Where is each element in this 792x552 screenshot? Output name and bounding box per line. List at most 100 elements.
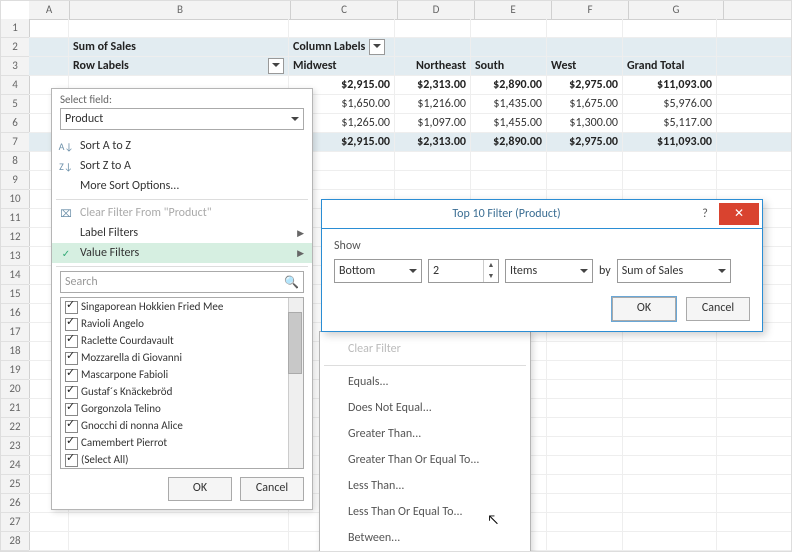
dialog-ok-button[interactable]: OK (612, 297, 676, 321)
column-headers: A B C D E F G (29, 1, 791, 20)
row-23[interactable]: 23 (1, 437, 29, 456)
filter-item[interactable]: Singaporean Hokkien Fried Mee (61, 298, 303, 315)
menu-ok-button[interactable]: OK (168, 477, 232, 501)
col-B[interactable]: B (70, 1, 291, 19)
col-E[interactable]: E (475, 1, 552, 19)
field-select[interactable]: Sum of Sales (617, 259, 731, 283)
dialog-titlebar[interactable]: Top 10 Filter (Product) ? ✕ (322, 200, 762, 229)
column-labels-dropdown-icon[interactable] (369, 39, 385, 55)
filter-item[interactable]: Gnocchi di nonna Alice (61, 417, 303, 434)
value-filters-item[interactable]: ✓Value Filters▶ (52, 243, 312, 263)
search-input[interactable]: Search 🔍 (60, 271, 304, 293)
spinner-arrows[interactable]: ▲▼ (483, 260, 498, 282)
sort-za-icon: Z↓ (58, 160, 74, 173)
unit-select[interactable]: Items (505, 259, 593, 283)
filter-item[interactable]: Mascarpone Fabioli (61, 366, 303, 383)
col-D[interactable]: D (398, 1, 475, 19)
close-button[interactable]: ✕ (719, 203, 759, 225)
filter-item[interactable]: Ravioli Angelo (61, 315, 303, 332)
row-25[interactable]: 25 (1, 475, 29, 494)
row-5[interactable]: 5 (1, 95, 29, 114)
row-21[interactable]: 21 (1, 399, 29, 418)
top10-dialog: Top 10 Filter (Product) ? ✕ Show Bottom … (321, 199, 763, 332)
scrollbar-thumb[interactable] (288, 312, 302, 374)
dialog-title: Top 10 Filter (Product) (322, 207, 691, 221)
col-hdr-south: South (471, 57, 547, 75)
separator (56, 266, 308, 267)
sort-az-item[interactable]: A↓Sort A to Z (52, 136, 312, 156)
row-labels-header: Row Labels (69, 57, 289, 75)
clear-filter-item[interactable]: ⌧Clear Filter From "Product" (52, 203, 312, 223)
row-17[interactable]: 17 (1, 323, 29, 342)
less-equal-item[interactable]: Less Than Or Equal To... (320, 499, 530, 525)
col-hdr-total: Grand Total (623, 57, 717, 75)
spin-down-icon[interactable]: ▼ (484, 271, 498, 282)
row-labels-dropdown-icon[interactable] (268, 58, 284, 74)
row-8[interactable]: 8 (1, 152, 29, 171)
row-9[interactable]: 9 (1, 171, 29, 190)
row-27[interactable]: 27 (1, 513, 29, 532)
row-28[interactable]: 28 (1, 532, 29, 551)
chevron-down-icon (291, 117, 299, 125)
row-18[interactable]: 18 (1, 342, 29, 361)
chevron-down-icon (580, 269, 588, 277)
col-G[interactable]: G (629, 1, 724, 19)
not-equals-item[interactable]: Does Not Equal... (320, 395, 530, 421)
scrollbar[interactable] (288, 298, 303, 468)
row-11[interactable]: 11 (1, 209, 29, 228)
row-headers: 1234567891011121314151617181920212223242… (1, 19, 30, 551)
row-14[interactable]: 14 (1, 266, 29, 285)
greater-than-item[interactable]: Greater Than... (320, 421, 530, 447)
show-label: Show (334, 239, 750, 253)
count-value[interactable]: 2 (429, 264, 483, 278)
column-labels-header: Column Labels (289, 38, 395, 56)
spin-up-icon[interactable]: ▲ (484, 260, 498, 271)
separator (324, 365, 526, 366)
row-20[interactable]: 20 (1, 380, 29, 399)
filter-item[interactable]: Gustaf´s Knäckebröd (61, 383, 303, 400)
label-filters-item[interactable]: Label Filters▶ (52, 223, 312, 243)
direction-select[interactable]: Bottom (334, 259, 422, 283)
sort-za-item[interactable]: Z↓Sort Z to A (52, 156, 312, 176)
row-7[interactable]: 7 (1, 133, 29, 152)
row-1[interactable]: 1 (1, 19, 29, 38)
help-button[interactable]: ? (691, 207, 719, 221)
row-24[interactable]: 24 (1, 456, 29, 475)
filter-item[interactable]: (Select All) (61, 451, 303, 468)
col-C[interactable]: C (291, 1, 398, 19)
dialog-cancel-button[interactable]: Cancel (686, 297, 750, 321)
row-3[interactable]: 3 (1, 57, 29, 76)
col-F[interactable]: F (552, 1, 629, 19)
row-22[interactable]: 22 (1, 418, 29, 437)
greater-equal-item[interactable]: Greater Than Or Equal To... (320, 447, 530, 473)
row-15[interactable]: 15 (1, 285, 29, 304)
row-19[interactable]: 19 (1, 361, 29, 380)
select-field-combo[interactable]: Product (60, 108, 304, 130)
chevron-down-icon (718, 269, 726, 277)
filter-item[interactable]: Gorgonzola Telino (61, 400, 303, 417)
row-12[interactable]: 12 (1, 228, 29, 247)
row-26[interactable]: 26 (1, 494, 29, 513)
more-sort-item[interactable]: More Sort Options... (52, 176, 312, 196)
filter-listbox[interactable]: Singaporean Hokkien Fried MeeRavioli Ang… (60, 297, 304, 469)
filter-item[interactable]: Mozzarella di Giovanni (61, 349, 303, 366)
submenu-arrow-icon: ▶ (297, 228, 304, 239)
menu-cancel-button[interactable]: Cancel (240, 477, 304, 501)
value-filters-submenu: Clear Filter Equals... Does Not Equal...… (319, 331, 531, 552)
row-16[interactable]: 16 (1, 304, 29, 323)
row-13[interactable]: 13 (1, 247, 29, 266)
count-spinner[interactable]: 2 ▲▼ (428, 259, 499, 283)
row-2[interactable]: 2 (1, 38, 29, 57)
clear-filter-subitem[interactable]: Clear Filter (320, 336, 530, 362)
col-A[interactable]: A (29, 1, 70, 19)
row-10[interactable]: 10 (1, 190, 29, 209)
row-4[interactable]: 4 (1, 76, 29, 95)
less-than-item[interactable]: Less Than... (320, 473, 530, 499)
sort-az-icon: A↓ (58, 140, 74, 153)
filter-item[interactable]: Camembert Pierrot (61, 434, 303, 451)
between-item[interactable]: Between... (320, 525, 530, 551)
row-6[interactable]: 6 (1, 114, 29, 133)
filter-item[interactable]: Raclette Courdavault (61, 332, 303, 349)
equals-item[interactable]: Equals... (320, 369, 530, 395)
col-hdr-northeast: Northeast (395, 57, 471, 75)
